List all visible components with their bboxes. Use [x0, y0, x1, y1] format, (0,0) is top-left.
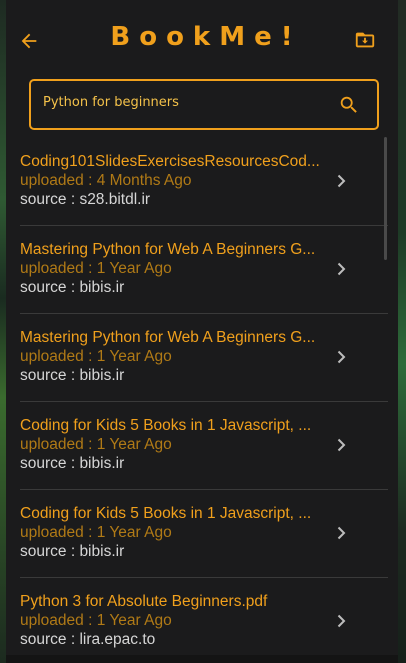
list-item[interactable]: Mastering Python for Web A Beginners G..… [20, 226, 388, 314]
background-right [398, 0, 406, 663]
result-title: Mastering Python for Web A Beginners G..… [20, 241, 316, 258]
chevron-right-icon [334, 173, 348, 188]
result-source: source : s28.bitdl.ir [20, 191, 151, 208]
list-item[interactable]: Coding101SlidesExercisesResourcesCod... … [20, 138, 388, 226]
result-source: source : bibis.ir [20, 455, 125, 472]
result-uploaded: uploaded : 1 Year Ago [20, 260, 172, 277]
result-source: source : lira.epac.to [20, 631, 156, 648]
result-title: Coding for Kids 5 Books in 1 Javascript,… [20, 417, 312, 434]
chevron-right-icon [334, 613, 348, 628]
list-item[interactable]: Mastering Python for Web A Beginners G..… [20, 314, 388, 402]
result-uploaded: uploaded : 1 Year Ago [20, 524, 172, 541]
result-uploaded: uploaded : 1 Year Ago [20, 348, 172, 365]
result-title: Python 3 for Absolute Beginners.pdf [20, 593, 268, 610]
result-source: source : bibis.ir [20, 279, 125, 296]
result-source: source : bibis.ir [20, 367, 125, 384]
app-window: BookMe! Coding101SlidesExercisesResource… [6, 0, 398, 663]
list-item[interactable]: Coding for Kids 5 Books in 1 Javascript,… [20, 490, 388, 578]
result-title: Coding101SlidesExercisesResourcesCod... [20, 153, 320, 170]
scrollbar[interactable] [384, 137, 387, 260]
result-uploaded: uploaded : 1 Year Ago [20, 436, 172, 453]
list-item[interactable]: Python 3 for Absolute Beginners.pdf uplo… [20, 578, 388, 663]
top-bar: BookMe! [6, 0, 398, 80]
chevron-right-icon [334, 525, 348, 540]
bottom-edge [6, 655, 398, 663]
chevron-right-icon [334, 437, 348, 452]
result-source: source : bibis.ir [20, 543, 125, 560]
chevron-right-icon [334, 349, 348, 364]
result-title: Coding for Kids 5 Books in 1 Javascript,… [20, 505, 312, 522]
list-item[interactable]: Coding for Kids 5 Books in 1 Javascript,… [20, 402, 388, 490]
search-icon[interactable] [338, 94, 360, 116]
results-list[interactable]: Coding101SlidesExercisesResourcesCod... … [6, 138, 398, 663]
result-uploaded: uploaded : 4 Months Ago [20, 172, 192, 189]
result-uploaded: uploaded : 1 Year Ago [20, 612, 172, 629]
search-box[interactable] [29, 79, 379, 130]
chevron-right-icon [334, 261, 348, 276]
folder-download-icon[interactable] [354, 29, 376, 51]
search-input[interactable] [43, 91, 323, 113]
result-title: Mastering Python for Web A Beginners G..… [20, 329, 316, 346]
app-title: BookMe! [110, 22, 302, 52]
